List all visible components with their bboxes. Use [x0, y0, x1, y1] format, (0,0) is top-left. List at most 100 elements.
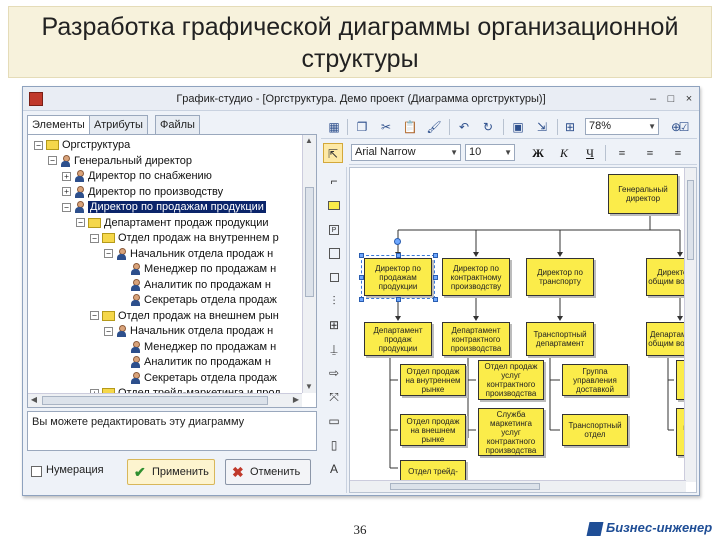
scroll-thumb[interactable] [305, 187, 314, 297]
tree-tool[interactable]: ⍊ [324, 339, 344, 359]
resize-handle[interactable] [359, 253, 364, 258]
tree-item[interactable]: + Директор по снабжению [62, 169, 212, 184]
cancel-button[interactable]: ✖ Отменить [225, 459, 311, 485]
align-right-icon[interactable]: ≡ [669, 144, 687, 162]
paste-icon[interactable]: 📋 [401, 118, 419, 136]
diagram-canvas[interactable]: Генеральный директор Директор по продажа… [349, 167, 697, 493]
tree-item[interactable]: − Директор по продажам продукции [62, 200, 266, 215]
connector-tool[interactable]: ⌐ [324, 171, 344, 191]
resize-handle[interactable] [433, 297, 438, 302]
tree-item[interactable]: − Генеральный директор [48, 154, 192, 169]
align-left-icon[interactable]: ≡ [613, 144, 631, 162]
collapse-icon[interactable]: − [76, 218, 85, 228]
scroll-thumb[interactable] [42, 396, 268, 405]
copy-icon[interactable]: ❐ [353, 118, 371, 136]
font-size-select[interactable]: 10 ▼ [465, 144, 515, 161]
collapse-icon[interactable]: − [104, 249, 113, 259]
zoom-select[interactable]: 78% ▼ [585, 118, 659, 135]
grid-icon[interactable]: ▦ [325, 118, 343, 136]
resize-handle[interactable] [433, 253, 438, 258]
tree-item[interactable]: Менеджер по продажам н [118, 262, 276, 277]
node-l2-2[interactable]: Департамент контрактного производства [442, 322, 510, 356]
numbering-checkbox[interactable] [31, 466, 42, 477]
collapse-icon[interactable]: − [34, 140, 43, 150]
node-l2-3[interactable]: Транспортный департамент [526, 322, 594, 356]
scroll-left-icon[interactable]: ◀ [28, 394, 40, 406]
node-l3-contract-2[interactable]: Служба маркетинга услуг контрактного про… [478, 408, 544, 456]
tab-files[interactable]: Файлы [155, 115, 200, 134]
tree-item[interactable]: − Отдел продаж на внешнем рын [90, 309, 279, 324]
rotate-handle[interactable] [394, 238, 401, 245]
battery-tool[interactable]: ▯ [324, 435, 344, 455]
resize-handle[interactable] [359, 297, 364, 302]
node-l3-transport-2[interactable]: Транспортный отдел [562, 414, 628, 446]
node-l1-2[interactable]: Директор по контрактному производству [442, 258, 510, 296]
cut-icon[interactable]: ✂ [377, 118, 395, 136]
resize-handle[interactable] [396, 297, 401, 302]
tree-item[interactable]: − Отдел продаж на внутреннем р [90, 231, 279, 246]
minimize-button[interactable]: – [645, 91, 661, 107]
tree-horizontal-scrollbar[interactable]: ◀ ▶ [28, 393, 302, 407]
scroll-thumb[interactable] [687, 180, 694, 260]
scroll-thumb[interactable] [390, 483, 540, 490]
collapse-icon[interactable]: − [90, 233, 99, 243]
resize-handle[interactable] [433, 275, 438, 280]
rectangle-tool[interactable] [324, 195, 344, 215]
pointer-tool[interactable]: ⇱ [323, 143, 343, 163]
grid-layout-tool[interactable]: ⊞ [324, 315, 344, 335]
italic-button[interactable]: К [555, 144, 573, 162]
tab-attributes[interactable]: Атрибуты [89, 115, 148, 134]
scatter-tool[interactable]: ⤧ [324, 387, 344, 407]
tree-item[interactable]: Менеджер по продажам н [118, 340, 276, 355]
small-square-tool[interactable] [324, 267, 344, 287]
arrow-tool[interactable]: ⇨ [324, 363, 344, 383]
scroll-down-icon[interactable]: ▼ [303, 381, 315, 393]
resize-handle[interactable] [396, 253, 401, 258]
tree-vertical-scrollbar[interactable]: ▲ ▼ [302, 135, 316, 393]
export-icon[interactable]: ⇲ [533, 118, 551, 136]
tree-view[interactable]: − Оргструктура − Генеральный директор + Дирек… [27, 134, 317, 408]
node-l3-sales-3[interactable]: Отдел трейд- [400, 460, 466, 482]
canvas-vertical-scrollbar[interactable] [684, 168, 696, 482]
insert-icon[interactable]: ⊞ [561, 118, 579, 136]
node-l3-contract-1[interactable]: Отдел продаж услуг контрактного производ… [478, 360, 544, 400]
line-tool[interactable]: ▭ [324, 411, 344, 431]
redo-icon[interactable]: ↻ [479, 118, 497, 136]
bold-button[interactable]: Ж [529, 144, 547, 162]
node-l3-transport-1[interactable]: Группа управления доставкой [562, 364, 628, 396]
format-painter-icon[interactable]: 🖌 [425, 118, 443, 136]
underline-button[interactable]: Ч [581, 144, 599, 162]
node-l2-1[interactable]: Департамент продаж продукции [364, 322, 432, 356]
description-box[interactable]: Вы можете редактировать эту диаграмму [27, 411, 317, 451]
square-tool[interactable] [324, 243, 344, 263]
node-l1-3[interactable]: Директор по транспорту [526, 258, 594, 296]
font-name-select[interactable]: Arial Narrow ▼ [351, 144, 461, 161]
undo-icon[interactable]: ↶ [455, 118, 473, 136]
expand-icon[interactable]: + [62, 187, 71, 197]
apply-button[interactable]: ✔ Применить [127, 459, 215, 485]
tree-item[interactable]: Секретарь отдела продаж [118, 293, 277, 308]
tree-item[interactable]: + Директор по производству [62, 185, 223, 200]
collapse-icon[interactable]: − [90, 311, 99, 321]
maximize-button[interactable]: □ [663, 91, 679, 107]
collapse-icon[interactable]: − [62, 202, 71, 212]
text-tool[interactable]: A [324, 459, 344, 479]
tree-item[interactable]: − Оргструктура [34, 138, 130, 153]
align-center-icon[interactable]: ≡ [641, 144, 659, 162]
tree-item[interactable]: − Департамент продаж продукции [76, 216, 269, 231]
check-icon[interactable]: ☑ [675, 118, 693, 136]
tree-item[interactable]: Аналитик по продажам н [118, 355, 271, 370]
tree-item[interactable]: Аналитик по продажам н [118, 278, 271, 293]
scroll-up-icon[interactable]: ▲ [303, 135, 315, 147]
tree-item[interactable]: − Начальник отдела продаж н [104, 247, 273, 262]
collapse-icon[interactable]: − [48, 156, 57, 166]
node-root[interactable]: Генеральный директор [608, 174, 678, 214]
canvas-horizontal-scrollbar[interactable] [350, 480, 686, 492]
align-tool[interactable]: ⫶ [324, 291, 344, 311]
tree-item[interactable]: − Начальник отдела продаж н [104, 324, 273, 339]
position-tool[interactable]: P [324, 219, 344, 239]
close-button[interactable]: × [681, 91, 697, 107]
node-l1-1[interactable]: Директор по продажам продукции [361, 255, 435, 299]
node-l3-sales-2[interactable]: Отдел продаж на внешнем рынке [400, 414, 466, 446]
node-l3-sales-1[interactable]: Отдел продаж на внутреннем рынке [400, 364, 466, 396]
